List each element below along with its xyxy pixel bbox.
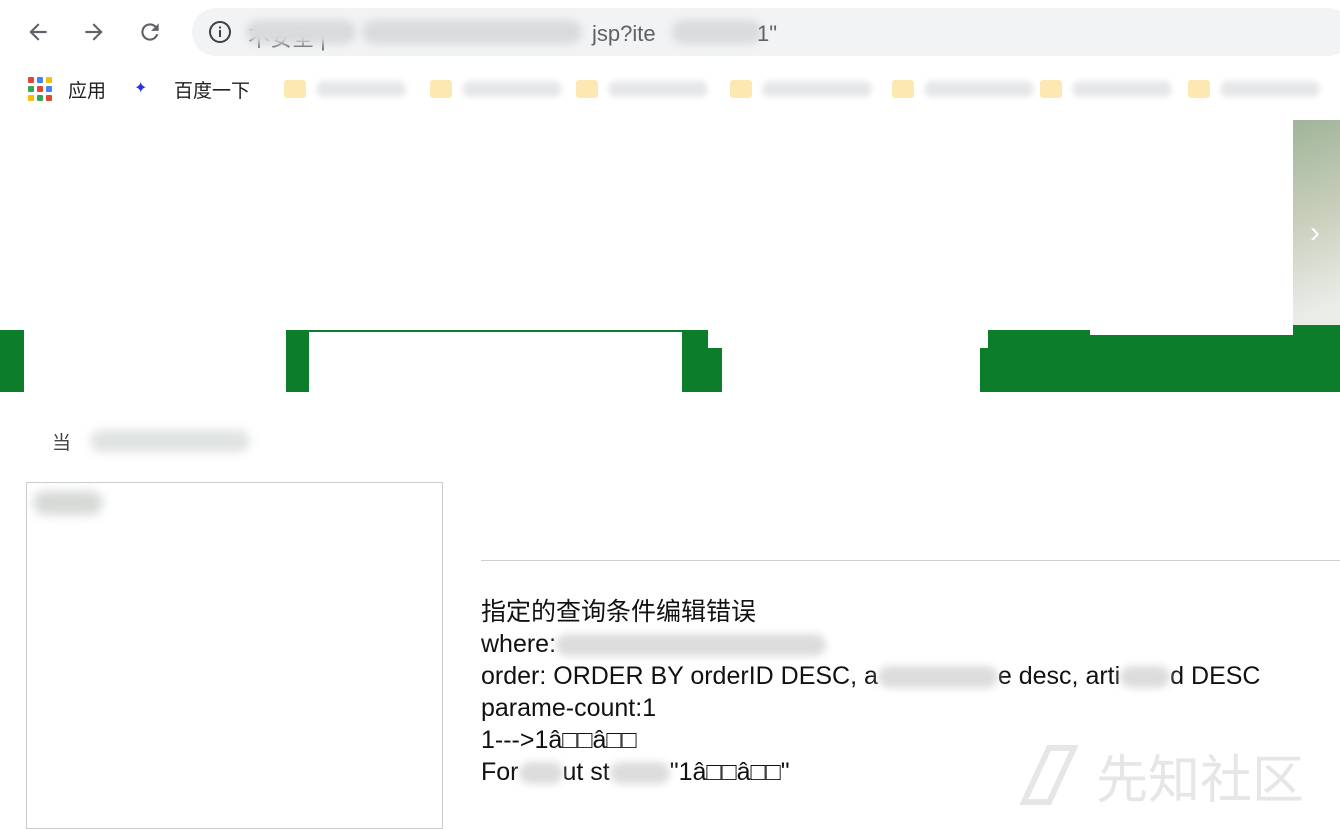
bookmark-baidu[interactable]: ✦ 百度一下 bbox=[134, 76, 250, 102]
side-panel bbox=[26, 482, 443, 829]
bookmarks-bar: 应用 ✦ 百度一下 bbox=[0, 64, 1340, 114]
browser-toolbar: 不安全 | jsp?ite 1" bbox=[0, 0, 1340, 64]
watermark-text: 先知社区 bbox=[1096, 750, 1305, 811]
redacted-bookmark bbox=[316, 81, 406, 97]
reload-button[interactable] bbox=[134, 16, 166, 48]
redacted-bookmark bbox=[608, 81, 708, 97]
site-banner: › bbox=[0, 120, 1340, 410]
bookmark-folder[interactable] bbox=[730, 76, 872, 102]
folder-icon bbox=[430, 80, 452, 98]
url-end: 1" bbox=[757, 21, 778, 46]
redacted-area bbox=[24, 325, 286, 393]
bookmark-baidu-label: 百度一下 bbox=[174, 80, 251, 102]
error-parame-count: parame-count:1 bbox=[481, 692, 1260, 724]
arrow-left-icon bbox=[29, 23, 47, 41]
redacted-url-part bbox=[246, 20, 356, 44]
redacted-bookmark bbox=[462, 81, 562, 97]
bookmark-folder[interactable] bbox=[1040, 76, 1172, 102]
bookmark-folder[interactable] bbox=[430, 76, 562, 102]
for-suffix: "1â□□â□□" bbox=[669, 758, 790, 786]
bookmark-apps-label: 应用 bbox=[68, 80, 107, 102]
redacted-url-part bbox=[362, 20, 582, 44]
error-where: where: bbox=[481, 628, 1260, 660]
for-mid: ut st bbox=[562, 758, 610, 786]
where-label: where: bbox=[481, 630, 557, 658]
redacted-area bbox=[708, 310, 988, 348]
bookmark-apps[interactable]: 应用 bbox=[28, 76, 106, 102]
url-fragment: jsp?ite bbox=[592, 21, 656, 46]
folder-icon bbox=[730, 80, 752, 98]
breadcrumb: 当 bbox=[52, 433, 72, 454]
redacted-breadcrumb bbox=[90, 430, 250, 452]
redacted-area bbox=[1090, 120, 1293, 335]
redacted-text bbox=[556, 634, 827, 657]
redacted-url-part bbox=[672, 20, 762, 44]
forward-button[interactable] bbox=[78, 16, 110, 48]
redacted-area bbox=[0, 120, 1090, 330]
chevron-right-icon[interactable]: › bbox=[1310, 216, 1320, 250]
redacted-bookmark bbox=[1220, 81, 1320, 97]
redacted-text bbox=[1120, 666, 1171, 689]
bookmark-folder[interactable] bbox=[1188, 76, 1320, 102]
folder-icon bbox=[892, 80, 914, 98]
redacted-area bbox=[722, 348, 980, 394]
back-button[interactable] bbox=[22, 16, 54, 48]
address-bar[interactable]: 不安全 | jsp?ite 1" bbox=[192, 8, 1340, 56]
redacted-text bbox=[518, 762, 563, 785]
folder-icon bbox=[1040, 80, 1062, 98]
error-title: 指定的查询条件编辑错误 bbox=[481, 596, 1260, 628]
for-prefix: For bbox=[481, 758, 519, 786]
error-title-text: 指定的查询条件编辑错误 bbox=[481, 598, 757, 626]
redacted-bookmark bbox=[1072, 81, 1172, 97]
order-suffix: d DESC bbox=[1170, 662, 1261, 690]
bookmark-folder[interactable] bbox=[284, 76, 406, 102]
divider bbox=[481, 560, 1340, 561]
folder-icon bbox=[576, 80, 598, 98]
redacted-bookmark bbox=[762, 81, 872, 97]
parame-count-text: parame-count:1 bbox=[481, 694, 657, 722]
order-prefix: order: ORDER BY orderID DESC, a bbox=[481, 662, 878, 690]
folder-icon bbox=[284, 80, 306, 98]
redacted-text bbox=[877, 666, 998, 689]
folder-icon bbox=[1188, 80, 1210, 98]
redacted-area bbox=[0, 392, 1340, 410]
arrow-right-icon bbox=[85, 23, 103, 41]
bookmark-folder[interactable] bbox=[892, 76, 1034, 102]
redacted-panel-title bbox=[33, 491, 103, 515]
reload-icon bbox=[141, 23, 159, 41]
baidu-paw-icon: ✦ bbox=[134, 80, 148, 97]
error-order: order: ORDER BY orderID DESC, a e desc, a… bbox=[481, 660, 1260, 692]
watermark: 先知社区 bbox=[1020, 740, 1305, 811]
info-icon[interactable] bbox=[208, 20, 232, 44]
bookmark-folder[interactable] bbox=[576, 76, 708, 102]
redacted-bookmark bbox=[924, 81, 1034, 97]
order-mid: e desc, arti bbox=[997, 662, 1121, 690]
apps-grid-icon bbox=[28, 77, 52, 101]
redacted-text bbox=[609, 762, 670, 785]
mapping-text: 1--->1â□□â□□ bbox=[481, 726, 637, 754]
xianzhi-logo-icon bbox=[1020, 745, 1078, 805]
